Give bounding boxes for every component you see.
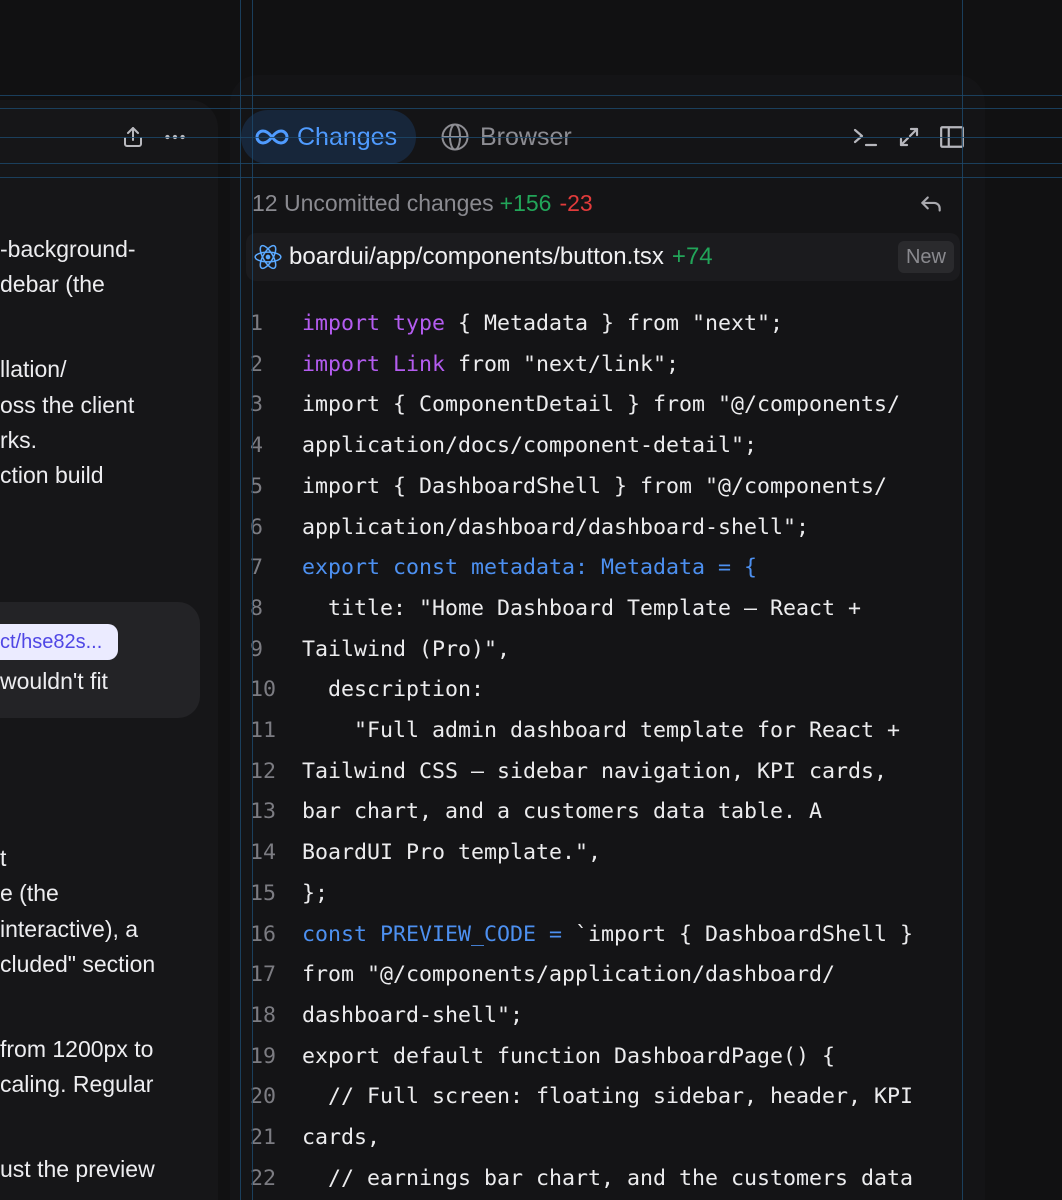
deletions-count: -23 bbox=[559, 190, 593, 216]
chat-line: ust the preview bbox=[0, 1156, 155, 1182]
guide-line bbox=[0, 177, 1062, 178]
additions-count: +156 bbox=[499, 190, 552, 216]
line-number: 6 bbox=[250, 514, 264, 540]
changes-summary: 12 Uncomitted changes +156 -23 bbox=[252, 190, 593, 217]
chat-line: caling. Regular bbox=[0, 1071, 154, 1097]
line-number: 11 bbox=[250, 718, 277, 743]
code-text: Tailwind CSS — sidebar navigation, KPI c… bbox=[302, 758, 888, 784]
file-additions: +74 bbox=[671, 243, 713, 270]
guide-line bbox=[240, 0, 241, 1200]
bubble-text: wouldn't fit bbox=[0, 668, 108, 694]
status-badge: New bbox=[897, 241, 954, 273]
line-number: 20 bbox=[250, 1084, 277, 1110]
code-text: }; bbox=[302, 880, 329, 906]
line-number: 8 bbox=[250, 595, 264, 621]
line-number: 10 bbox=[250, 677, 277, 703]
line-number: 19 bbox=[250, 1043, 277, 1069]
code-text: "Full admin dashboard template for React… bbox=[302, 718, 901, 743]
line-number: 14 bbox=[250, 840, 277, 866]
code-text: description: bbox=[302, 677, 485, 703]
react-icon bbox=[254, 243, 282, 271]
code-text: const PREVIEW_CODE = `import { Dashboard… bbox=[302, 921, 914, 947]
line-number: 16 bbox=[250, 921, 277, 947]
line-number: 12 bbox=[250, 758, 277, 784]
code-text: from "@/components/application/dashboard… bbox=[302, 962, 836, 988]
link-chip[interactable]: ct/hse82s... bbox=[0, 624, 118, 660]
chat-bubble bbox=[0, 602, 200, 718]
chat-line: llation/ bbox=[0, 356, 67, 382]
line-number: 2 bbox=[250, 351, 264, 377]
file-name: boardui/app/components/button.tsx bbox=[289, 243, 664, 270]
line-number: 1 bbox=[250, 311, 264, 336]
line-number: 13 bbox=[250, 799, 277, 825]
code-text: import type { Metadata } from "next"; bbox=[302, 311, 784, 336]
code-text: BoardUI Pro template.", bbox=[302, 840, 602, 866]
chat-line: cluded" section bbox=[0, 951, 156, 977]
line-number: 17 bbox=[250, 962, 277, 988]
line-number: 22 bbox=[250, 1165, 277, 1191]
guide-line bbox=[962, 0, 963, 1200]
line-number: 15 bbox=[250, 880, 277, 906]
guide-line bbox=[0, 163, 1062, 164]
code-text: export default function DashboardPage() … bbox=[302, 1043, 836, 1069]
chat-line: rks. bbox=[0, 427, 38, 453]
line-number: 3 bbox=[250, 392, 264, 418]
code-text: import { DashboardShell } from "@/compon… bbox=[302, 473, 888, 499]
code-text: title: "Home Dashboard Template — React … bbox=[302, 595, 862, 621]
chat-line: t bbox=[0, 845, 7, 871]
guide-line bbox=[0, 108, 1062, 109]
line-number: 21 bbox=[250, 1125, 277, 1150]
line-number: 18 bbox=[250, 1002, 277, 1028]
line-number: 5 bbox=[250, 473, 264, 499]
guide-line bbox=[0, 95, 1062, 96]
code-text: import Link from "next/link"; bbox=[302, 351, 680, 377]
code-text: // earnings bar chart, and the customers… bbox=[302, 1165, 914, 1191]
code-text: cards, bbox=[302, 1125, 381, 1150]
code-text: Tailwind (Pro)", bbox=[302, 636, 511, 662]
chat-line: ction build bbox=[0, 462, 104, 488]
chat-line: -background- bbox=[0, 236, 136, 262]
code-text: application/docs/component-detail"; bbox=[302, 433, 758, 459]
chat-line: e (the bbox=[0, 880, 59, 906]
code-text: export const metadata: Metadata = { bbox=[302, 555, 758, 581]
guide-line bbox=[0, 137, 1062, 138]
code-text: dashboard-shell"; bbox=[302, 1002, 524, 1028]
file-path: boardui/app/components/button.tsx +74 bbox=[289, 243, 713, 271]
line-number: 4 bbox=[250, 433, 264, 459]
code-text: bar chart, and a customers data table. A bbox=[302, 799, 823, 825]
chat-line: debar (the bbox=[0, 271, 105, 297]
chat-line: oss the client bbox=[0, 392, 135, 418]
code-text: import { ComponentDetail } from "@/compo… bbox=[302, 392, 901, 418]
line-number: 9 bbox=[250, 636, 264, 662]
undo-icon[interactable] bbox=[918, 191, 944, 217]
chat-line: interactive), a bbox=[0, 916, 139, 942]
changes-count: 12 Uncomitted changes bbox=[252, 190, 494, 216]
line-number: 7 bbox=[250, 555, 264, 581]
chat-line: from 1200px to bbox=[0, 1036, 154, 1062]
guide-line bbox=[252, 0, 253, 1200]
code-text: application/dashboard/dashboard-shell"; bbox=[302, 514, 810, 540]
code-text: // Full screen: floating sidebar, header… bbox=[302, 1084, 914, 1110]
file-row[interactable]: boardui/app/components/button.tsx +74 New bbox=[246, 233, 960, 281]
